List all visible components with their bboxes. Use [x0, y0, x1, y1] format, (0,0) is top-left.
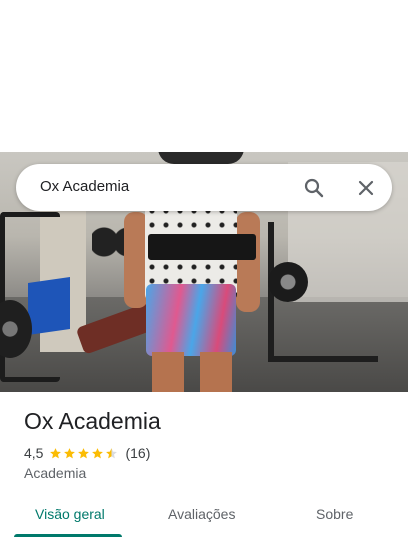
photo-person-head: [158, 152, 244, 164]
star-icon: [106, 447, 118, 458]
star-icon: [92, 447, 104, 458]
place-title: Ox Academia: [24, 408, 161, 434]
tab-reviews[interactable]: Avaliações: [168, 506, 235, 522]
photo-weight-plate-right: [268, 262, 308, 302]
blank-header-area: [0, 0, 408, 152]
photo-person-leg: [152, 352, 184, 392]
photo-blue-box: [28, 277, 70, 335]
photo-person-leg: [200, 352, 232, 392]
close-button[interactable]: [354, 176, 378, 200]
review-count[interactable]: (16): [125, 445, 150, 461]
search-button[interactable]: [302, 176, 326, 200]
rating-stars: [49, 447, 119, 460]
photo-lifting-belt: [148, 234, 256, 260]
photo-person-arm: [236, 212, 260, 312]
rating-row[interactable]: 4,5 (16): [24, 444, 150, 462]
star-icon: [78, 447, 90, 458]
close-icon: [358, 180, 374, 196]
star-icon: [64, 447, 76, 458]
star-icon: [50, 447, 62, 458]
photo-person-shorts: [146, 284, 236, 356]
tab-overview[interactable]: Visão geral: [35, 506, 105, 522]
place-category[interactable]: Academia: [24, 465, 86, 481]
search-bar[interactable]: Ox Academia: [16, 164, 392, 211]
place-tabs: Visão geral Avaliações Sobre: [0, 498, 408, 544]
search-icon: [304, 178, 324, 198]
rating-value: 4,5: [24, 445, 44, 461]
active-tab-indicator: [14, 534, 122, 537]
search-input[interactable]: Ox Academia: [40, 178, 129, 195]
tab-about[interactable]: Sobre: [316, 506, 353, 522]
